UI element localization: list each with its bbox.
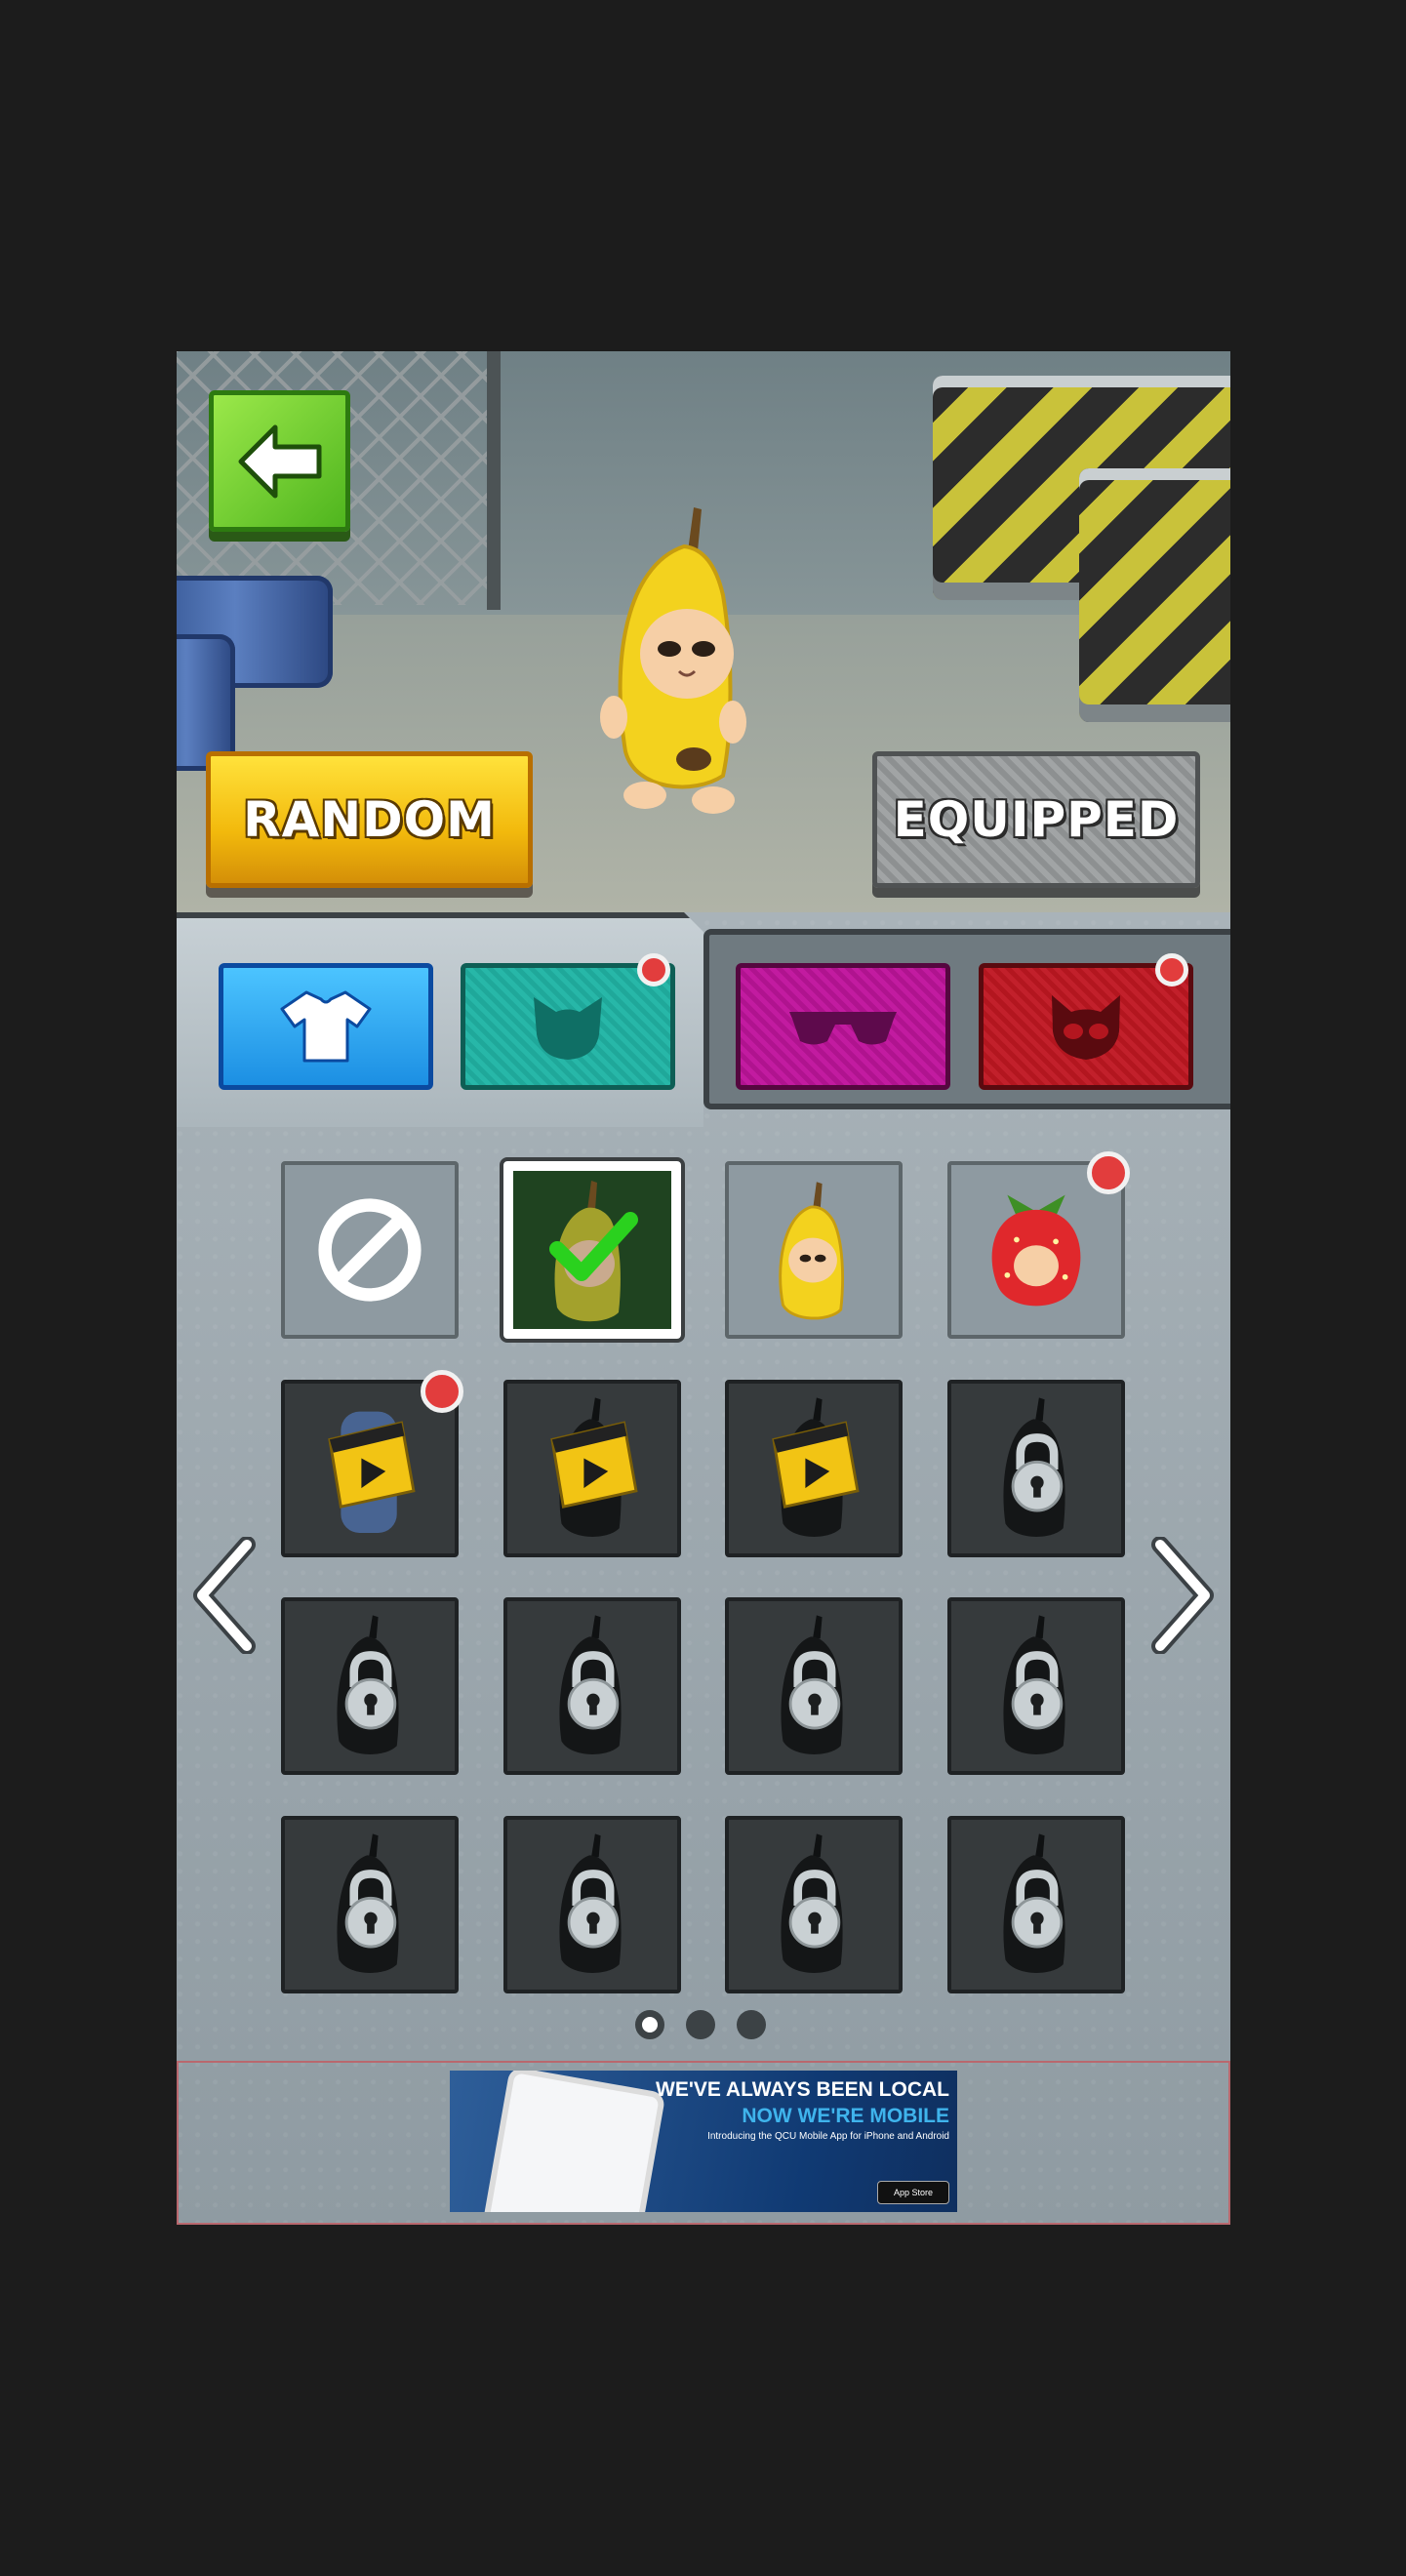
fence-post bbox=[487, 351, 501, 610]
padlock-icon bbox=[337, 1833, 399, 1973]
tab-outfit[interactable] bbox=[219, 963, 433, 1090]
back-button[interactable] bbox=[209, 390, 350, 532]
slot-none[interactable] bbox=[281, 1161, 459, 1339]
slot-locked[interactable] bbox=[947, 1380, 1125, 1557]
slot-video-unlock[interactable] bbox=[725, 1380, 903, 1557]
padlock-icon bbox=[1003, 1615, 1065, 1754]
slot-locked[interactable] bbox=[947, 1816, 1125, 1993]
banana-costume-icon bbox=[779, 1182, 845, 1320]
app-store-label: App Store bbox=[893, 2188, 934, 2197]
arrow-left-icon bbox=[238, 424, 321, 498]
page-indicator bbox=[635, 2010, 772, 2039]
ad-subheadline: NOW WE'RE MOBILE bbox=[742, 2105, 949, 2127]
tab-head-badge bbox=[637, 953, 670, 986]
equipped-button-label: EQUIPPED bbox=[893, 791, 1180, 848]
padlock-icon bbox=[781, 1833, 843, 1973]
chevron-right-icon[interactable] bbox=[1148, 1537, 1217, 1654]
slot-locked[interactable] bbox=[725, 1816, 903, 1993]
phone-image bbox=[479, 2071, 666, 2212]
barrels bbox=[177, 576, 333, 771]
slot-banana-selected[interactable] bbox=[500, 1157, 685, 1343]
padlock-icon bbox=[781, 1615, 843, 1754]
ad-body: Introducing the QCU Mobile App for iPhon… bbox=[707, 2131, 949, 2142]
page-dot-active[interactable] bbox=[635, 2010, 664, 2039]
checkmark-icon bbox=[549, 1212, 638, 1281]
slot-locked[interactable] bbox=[281, 1597, 459, 1775]
slot-locked[interactable] bbox=[503, 1597, 681, 1775]
cat-head-icon bbox=[534, 997, 602, 1060]
padlock-icon bbox=[1003, 1397, 1065, 1537]
character-scene: RANDOM EQUIPPED bbox=[177, 351, 1230, 937]
slot-strawberry-badge bbox=[1087, 1151, 1130, 1194]
hazard-barrier-front bbox=[1079, 468, 1230, 722]
random-button-label: RANDOM bbox=[243, 791, 496, 848]
slot-video-unlock[interactable] bbox=[503, 1380, 681, 1557]
banana-cat-character bbox=[600, 507, 746, 814]
slot-locked[interactable] bbox=[725, 1597, 903, 1775]
padlock-icon bbox=[559, 1615, 622, 1754]
chevron-left-icon[interactable] bbox=[190, 1537, 259, 1654]
tab-glasses[interactable] bbox=[736, 963, 950, 1090]
slot-locked[interactable] bbox=[281, 1816, 459, 1993]
cat-skull-icon bbox=[1052, 995, 1120, 1060]
padlock-icon bbox=[337, 1615, 399, 1754]
slot-banana[interactable] bbox=[725, 1161, 903, 1339]
game-screen: RANDOM EQUIPPED WE'VE ALWAYS BEEN LOCAL … bbox=[177, 351, 1230, 2225]
sunglasses-icon bbox=[789, 1012, 897, 1045]
slot-locked[interactable] bbox=[947, 1597, 1125, 1775]
page-dot[interactable] bbox=[686, 2010, 715, 2039]
video-clapper-icon bbox=[550, 1421, 638, 1509]
page-dot[interactable] bbox=[737, 2010, 766, 2039]
slot-video-unlock-blue-badge bbox=[421, 1370, 463, 1413]
padlock-icon bbox=[1003, 1833, 1065, 1973]
ad-headline: WE'VE ALWAYS BEEN LOCAL bbox=[656, 2078, 949, 2101]
video-clapper-icon bbox=[772, 1421, 860, 1509]
app-store-badge[interactable]: App Store bbox=[877, 2181, 949, 2204]
tab-mask-badge bbox=[1155, 953, 1188, 986]
tshirt-icon bbox=[280, 990, 372, 1063]
slot-locked[interactable] bbox=[503, 1816, 681, 1993]
ad-banner[interactable]: WE'VE ALWAYS BEEN LOCAL NOW WE'RE MOBILE… bbox=[450, 2071, 957, 2212]
no-symbol-icon bbox=[318, 1198, 422, 1302]
random-button[interactable]: RANDOM bbox=[206, 751, 533, 888]
padlock-icon bbox=[559, 1833, 622, 1973]
equipped-button[interactable]: EQUIPPED bbox=[872, 751, 1200, 888]
